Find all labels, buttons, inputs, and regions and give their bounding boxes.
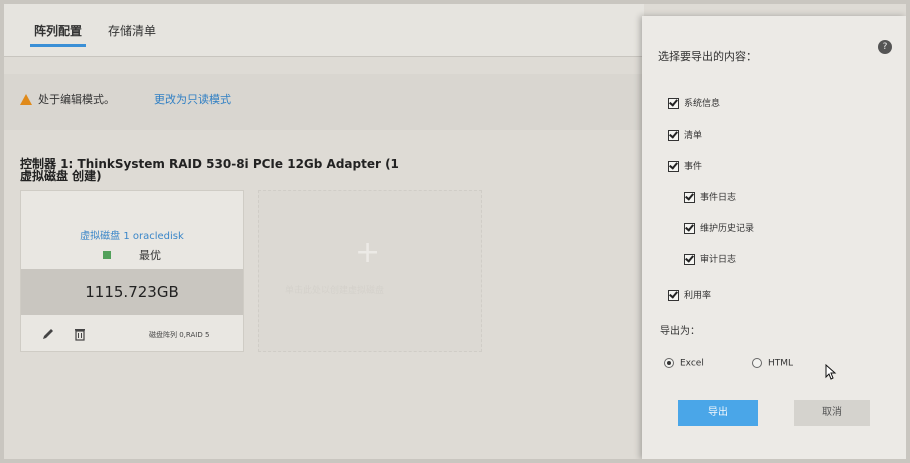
checkbox-icon[interactable] [684,192,695,203]
status-indicator [103,251,111,259]
create-virtual-disk-card[interactable]: + 单击此处以创建虚拟磁盘 [258,190,482,352]
option-inventory[interactable]: 清单 [668,128,702,141]
checkbox-icon[interactable] [684,223,695,234]
checkbox-icon[interactable] [668,98,679,109]
plus-icon: + [355,235,381,270]
tab-storage-inventory[interactable]: 存储清单 [108,22,156,39]
export-dialog: ? 选择要导出的内容： 系统信息 清单 事件 事件日志 维护历史记录 审计日志 … [642,16,906,459]
capacity-value: 1115.723GB [21,269,243,315]
format-excel[interactable]: Excel [664,358,704,369]
controller-title: 控制器 1: ThinkSystem RAID 530-8i PCIe 12Gb… [20,157,399,183]
checkbox-icon[interactable] [684,254,695,265]
virtual-disk-name[interactable]: 虚拟磁盘 1 oracledisk [21,227,243,242]
export-as-label: 导出为： [660,326,700,337]
create-virtual-disk-text: 单击此处以创建虚拟磁盘 [285,286,385,296]
checkbox-icon[interactable] [668,161,679,172]
option-events[interactable]: 事件 [668,159,702,172]
edit-mode-notice: 处于编辑模式。 更改为只读模式 [4,74,644,130]
warning-icon [20,94,32,105]
format-html[interactable]: HTML [752,358,793,369]
checkbox-icon[interactable] [668,290,679,301]
edit-pencil-icon[interactable] [41,327,55,341]
virtual-disk-card[interactable]: 虚拟磁盘 1 oracledisk 最优 1115.723GB 磁盘阵列 0,R… [20,190,244,352]
cancel-button[interactable]: 取消 [794,400,870,426]
trash-icon[interactable] [73,327,87,341]
status-text: 最优 [139,249,161,262]
mouse-cursor-icon [825,364,837,380]
tab-bar: 阵列配置 存储清单 [4,4,644,57]
switch-readonly-link[interactable]: 更改为只读模式 [154,91,231,107]
option-utilization[interactable]: 利用率 [668,288,711,301]
radio-selected-icon[interactable] [664,358,674,368]
screen: 阵列配置 存储清单 处于编辑模式。 更改为只读模式 控制器 1: ThinkSy… [4,4,906,459]
edit-mode-text: 处于编辑模式。 [38,93,115,106]
raid-level-label: 磁盘阵列 0,RAID 5 [149,331,210,339]
option-event-log[interactable]: 事件日志 [684,190,736,203]
option-system-info[interactable]: 系统信息 [668,96,720,109]
export-button[interactable]: 导出 [678,400,758,426]
option-maintenance-history[interactable]: 维护历史记录 [684,221,754,234]
radio-icon[interactable] [752,358,762,368]
dialog-title: 选择要导出的内容： [658,50,757,63]
tab-array-config[interactable]: 阵列配置 [29,22,87,47]
help-icon[interactable]: ? [878,40,892,54]
checkbox-icon[interactable] [668,130,679,141]
option-audit-log[interactable]: 审计日志 [684,252,736,265]
